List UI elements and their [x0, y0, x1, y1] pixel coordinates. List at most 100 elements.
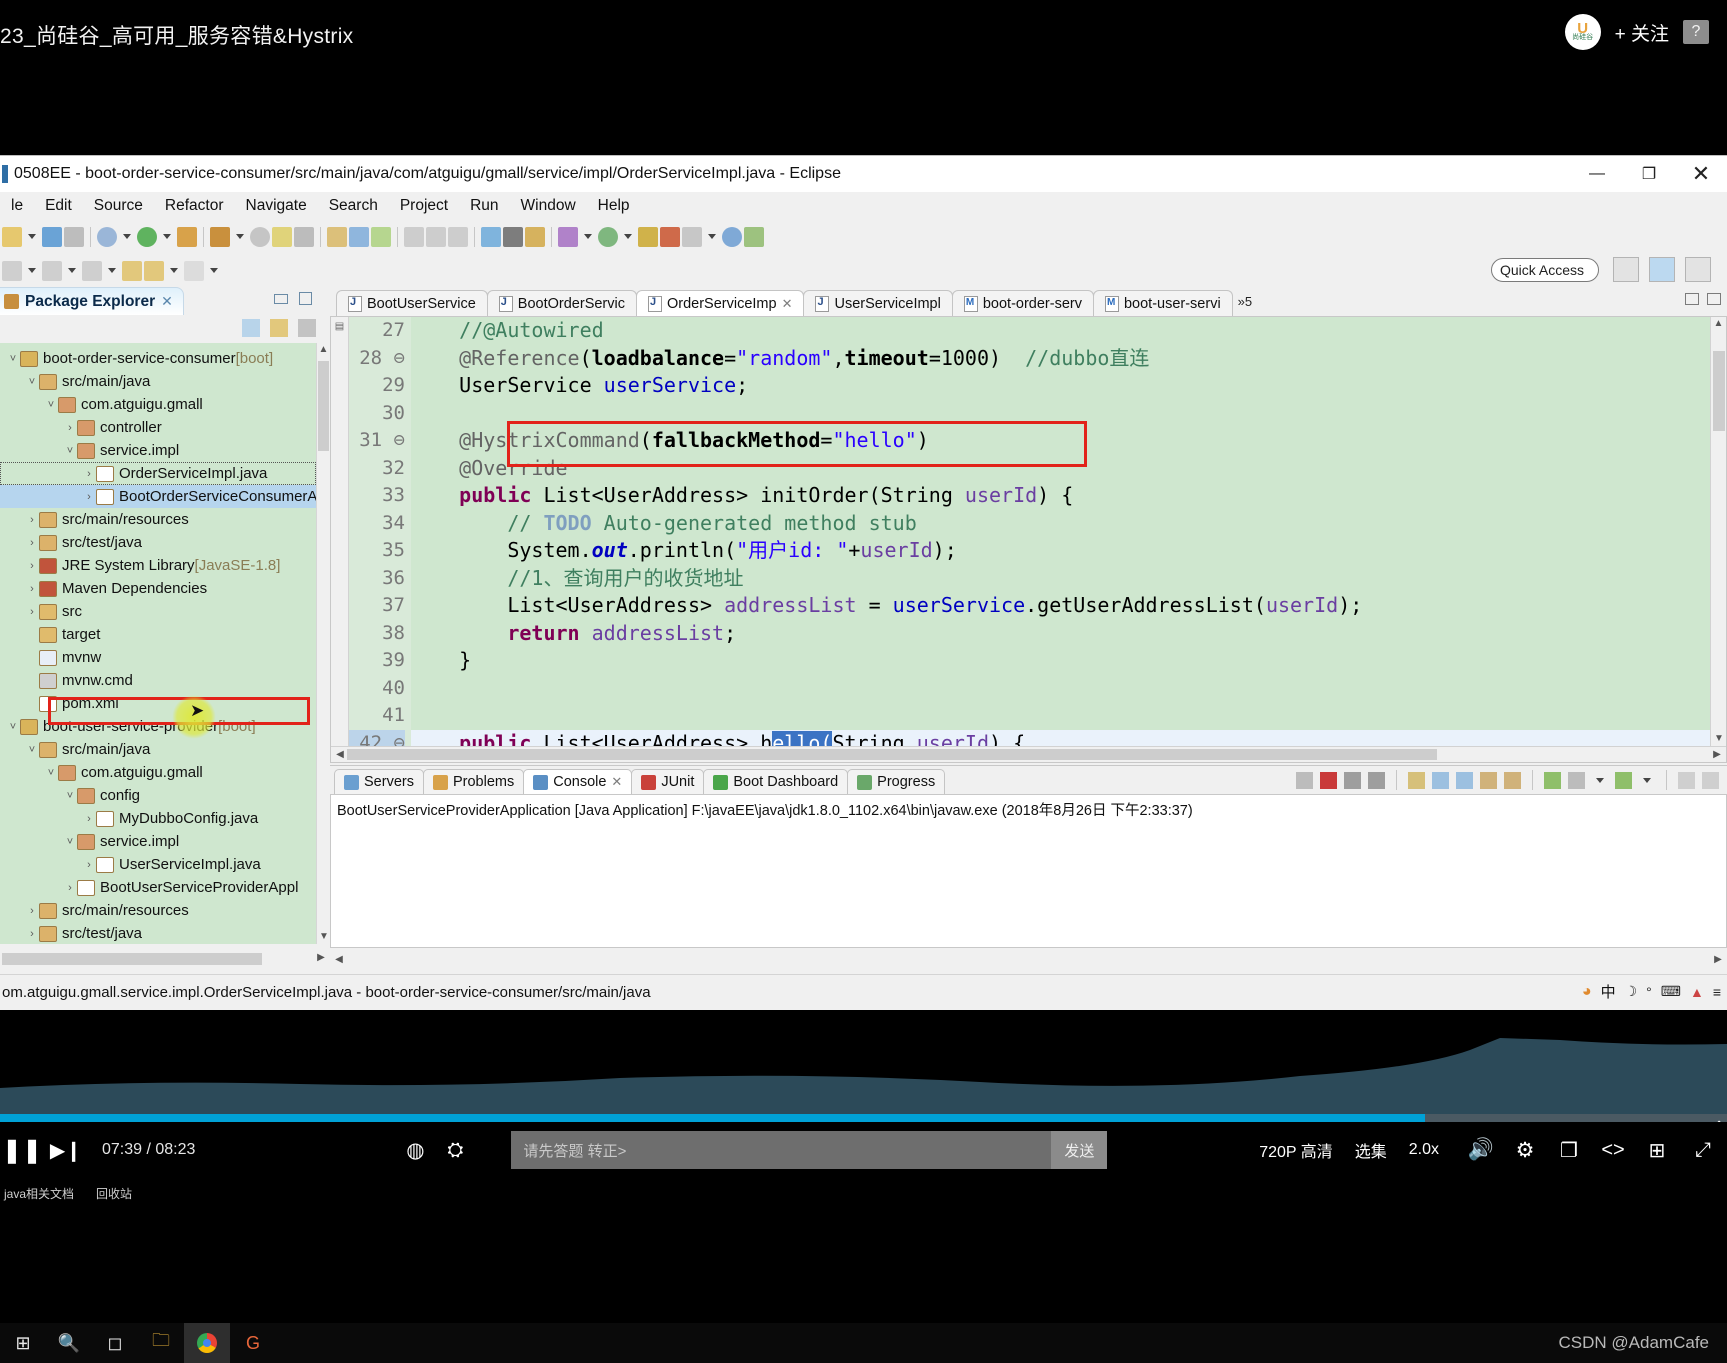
chevron-down-icon[interactable]: ˅ [63, 790, 77, 802]
file-explorer-icon[interactable]: 🗀 [138, 1323, 184, 1363]
code-line[interactable]: return addressList; [411, 620, 1726, 648]
minimize-console-icon[interactable] [1678, 771, 1695, 789]
history-icon[interactable] [682, 226, 702, 247]
avatar[interactable]: U 尚硅谷 [1564, 14, 1601, 50]
java-perspective-button[interactable] [1649, 257, 1675, 282]
console-tab-boot-dashboard[interactable]: Boot Dashboard [703, 769, 849, 794]
chevron-down-icon[interactable] [210, 268, 218, 273]
step-over-icon[interactable] [426, 226, 446, 247]
terminate-icon[interactable] [1320, 771, 1337, 789]
new-interface-icon[interactable] [371, 226, 391, 247]
tree-item[interactable]: ˅ boot-user-service-provider [boot] [0, 715, 316, 738]
open-console-icon[interactable] [1615, 771, 1632, 789]
tree-item[interactable]: ˅ service.impl [0, 830, 316, 853]
moon-icon[interactable]: ☽ [1625, 983, 1638, 1000]
tree-item[interactable]: mvnw [0, 646, 316, 669]
clear-console-icon[interactable] [1408, 771, 1425, 789]
task-view-icon[interactable]: ◻ [92, 1323, 138, 1363]
chevron-down-icon[interactable]: ˅ [25, 744, 39, 756]
editor-tab-boot-user-servi[interactable]: boot-user-servi [1092, 290, 1233, 316]
chevron-right-icon[interactable]: › [25, 514, 39, 526]
chevron-down-icon[interactable]: ˅ [44, 767, 58, 779]
maximize-editor-icon[interactable] [1707, 293, 1721, 305]
close-icon[interactable]: ✕ [611, 774, 622, 790]
chevron-down-icon[interactable]: ˅ [6, 721, 20, 733]
chevron-down-icon[interactable] [163, 234, 171, 239]
globe-icon[interactable] [722, 226, 742, 247]
menu-help[interactable]: Help [587, 194, 641, 218]
tree-item[interactable]: › BootOrderServiceConsumerA [0, 485, 316, 508]
tree-item[interactable]: ˅ boot-order-service-consumer [boot] [0, 347, 316, 370]
editor-horizontal-scrollbar[interactable]: ◀ ▶ [331, 746, 1726, 762]
tree-item[interactable]: › OrderServiceImpl.java [0, 462, 316, 485]
more-editor-tabs-button[interactable]: »5 [1232, 294, 1258, 309]
code-line[interactable]: //1、查询用户的收货地址 [411, 565, 1726, 593]
new-console-icon[interactable] [1544, 771, 1561, 789]
console-horizontal-scrollbar[interactable]: ◀ ▶ [330, 950, 1727, 970]
tree-item[interactable]: target [0, 623, 316, 646]
chevron-down-icon[interactable]: ˅ [63, 445, 77, 457]
more-icon[interactable]: ≡ [1713, 984, 1721, 1000]
link-icon[interactable] [294, 226, 314, 247]
tomcat-icon[interactable] [638, 226, 658, 247]
scroll-up-arrow-icon[interactable]: ▲ [317, 343, 330, 357]
console-output[interactable]: BootUserServiceProviderApplication [Java… [330, 794, 1727, 948]
scrollbar-thumb[interactable] [347, 749, 1437, 760]
chevron-down-icon[interactable] [68, 268, 76, 273]
code-line[interactable] [411, 675, 1726, 703]
code-line[interactable]: @Override [411, 455, 1726, 483]
console-tab-progress[interactable]: Progress [847, 769, 946, 794]
tree-item[interactable]: ˅ com.atguigu.gmall [0, 393, 316, 416]
fullscreen-button[interactable]: ⤢ [1679, 1139, 1727, 1162]
quick-access-input[interactable]: Quick Access [1491, 258, 1599, 282]
pause-button[interactable]: ❚❚ [0, 1136, 44, 1165]
chevron-right-icon[interactable]: › [82, 468, 96, 480]
scroll-down-arrow-icon[interactable]: ▼ [317, 930, 331, 944]
maximize-console-icon[interactable] [1702, 771, 1719, 789]
chevron-down-icon[interactable]: ˅ [44, 399, 58, 411]
playback-speed-button[interactable]: 2.0x [1409, 1141, 1439, 1159]
chevron-down-icon[interactable] [708, 234, 716, 239]
open-perspective-button[interactable] [1613, 257, 1639, 282]
scroll-right-arrow-icon[interactable]: ▶ [314, 951, 328, 965]
code-line[interactable]: // TODO Auto-generated method stub [411, 510, 1726, 538]
menu-project[interactable]: Project [389, 194, 459, 218]
scrollbar-thumb[interactable] [318, 361, 329, 451]
forward-arrow-icon[interactable] [144, 260, 164, 281]
debug-icon[interactable] [97, 226, 117, 247]
code-text-area[interactable]: //@Autowired @Reference(loadbalance="ran… [411, 317, 1726, 762]
search-icon[interactable]: 🔍 [46, 1323, 92, 1363]
code-line[interactable]: @Reference(loadbalance="random",timeout=… [411, 345, 1726, 373]
terminal-icon[interactable] [503, 226, 523, 247]
tree-item[interactable]: › src/main/resources [0, 899, 316, 922]
remove-all-icon[interactable] [1368, 771, 1385, 789]
chevron-down-icon[interactable] [584, 234, 592, 239]
view-menu-icon[interactable] [298, 319, 316, 337]
chevron-down-icon[interactable] [1643, 777, 1651, 783]
scrollbar-thumb[interactable] [1713, 351, 1725, 431]
volume-button[interactable]: 🔊 [1459, 1138, 1503, 1162]
print-icon[interactable] [64, 226, 84, 247]
menu-window[interactable]: Window [510, 194, 587, 218]
new-icon[interactable] [2, 226, 22, 247]
danmaku-toggle-button[interactable]: ◍ [395, 1138, 435, 1163]
video-progress-track[interactable] [0, 1114, 1727, 1122]
chevron-down-icon[interactable]: ˅ [25, 376, 39, 388]
dot-icon[interactable]: ° [1646, 984, 1652, 1000]
send-danmaku-button[interactable]: 发送 [1051, 1131, 1108, 1169]
code-line[interactable] [411, 702, 1726, 730]
next-episode-button[interactable]: ▶❙ [44, 1138, 88, 1163]
scroll-left-arrow-icon[interactable]: ◀ [333, 748, 347, 762]
open-type-icon[interactable] [327, 226, 347, 247]
console-tab-junit[interactable]: JUnit [631, 769, 705, 794]
code-line[interactable]: } [411, 647, 1726, 675]
pin-icon[interactable] [1504, 771, 1521, 789]
spring-boot-icon[interactable] [598, 226, 618, 247]
chevron-right-icon[interactable]: › [63, 882, 77, 894]
episode-list-button[interactable]: 选集 [1355, 1138, 1387, 1162]
perspective-switch-icon[interactable] [525, 226, 545, 247]
maximize-button[interactable]: ❐ [1623, 156, 1675, 192]
tree-item[interactable]: › JRE System Library [JavaSE-1.8] [0, 554, 316, 577]
search-icon[interactable] [250, 226, 270, 247]
tree-item[interactable]: mvnw.cmd [0, 669, 316, 692]
